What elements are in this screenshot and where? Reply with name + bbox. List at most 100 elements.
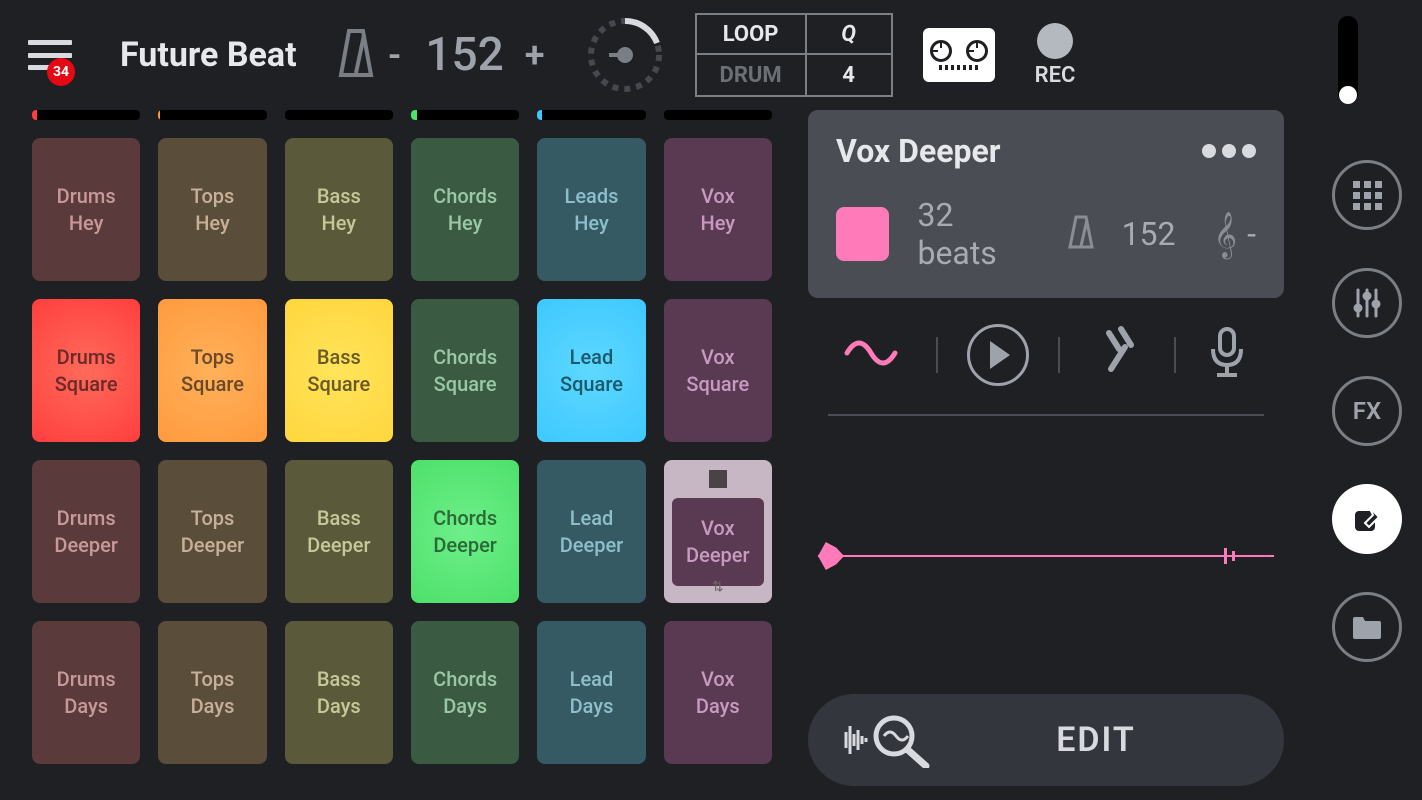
- loop-mode-button[interactable]: LOOP: [697, 15, 807, 55]
- pad-1-1[interactable]: TopsSquare: [158, 299, 266, 442]
- fx-button[interactable]: FX: [1332, 376, 1402, 446]
- pad-1-2[interactable]: TopsDeeper: [158, 460, 266, 603]
- pad-column-5: VoxHey VoxSquare VoxDeeper⇅ VoxDays: [664, 110, 772, 800]
- pad-3-2[interactable]: ChordsDeeper: [411, 460, 519, 603]
- pad-5-3[interactable]: VoxDays: [664, 621, 772, 764]
- waveform-zoom-icon: [838, 712, 938, 768]
- pad-label: VoxSquare: [686, 344, 749, 398]
- pad-label: BassDeeper: [307, 505, 371, 559]
- clip-color-swatch[interactable]: [836, 207, 889, 261]
- separator: [1174, 337, 1176, 373]
- pad-0-0[interactable]: DrumsHey: [32, 138, 140, 281]
- edit-label: EDIT: [938, 720, 1254, 760]
- separator: [936, 337, 938, 373]
- sliders-icon: [1350, 286, 1384, 320]
- treble-clef-icon: 𝄞: [1214, 211, 1238, 258]
- pad-3-0[interactable]: ChordsHey: [411, 138, 519, 281]
- pad-4-2[interactable]: LeadDeeper: [537, 460, 645, 603]
- pad-0-3[interactable]: DrumsDays: [32, 621, 140, 764]
- clip-toolbar: [808, 324, 1284, 386]
- pad-label: BassDays: [317, 666, 361, 720]
- mode-selector: LOOP Q DRUM 4: [695, 13, 893, 97]
- pad-label: TopsDeeper: [181, 505, 245, 559]
- pad-label: LeadsHey: [565, 183, 619, 237]
- tape-recorder-button[interactable]: [923, 28, 995, 82]
- edit-button[interactable]: EDIT: [808, 694, 1284, 786]
- pad-2-1[interactable]: BassSquare: [285, 299, 393, 442]
- progress-dial[interactable]: [585, 15, 665, 95]
- menu-button[interactable]: 34: [0, 40, 100, 70]
- pad-label: ChordsDays: [433, 666, 497, 720]
- grid-view-button[interactable]: [1332, 160, 1402, 230]
- grid-icon: [1353, 181, 1382, 210]
- pad-label: ChordsHey: [433, 183, 497, 237]
- pad-column-3: ChordsHey ChordsSquare ChordsDeeper ChordsD…: [411, 110, 519, 800]
- quantize-value[interactable]: 4: [807, 55, 891, 95]
- pad-1-3[interactable]: TopsDays: [158, 621, 266, 764]
- record-button[interactable]: REC: [1035, 23, 1076, 88]
- pad-4-3[interactable]: LeadDays: [537, 621, 645, 764]
- pad-label: VoxDeeper: [672, 498, 764, 586]
- divider: [828, 414, 1264, 416]
- volume-thumb: [1339, 86, 1357, 104]
- clip-title: Vox Deeper: [836, 132, 1001, 170]
- pad-2-3[interactable]: BassDays: [285, 621, 393, 764]
- pad-5-0[interactable]: VoxHey: [664, 138, 772, 281]
- pad-1-0[interactable]: TopsHey: [158, 138, 266, 281]
- pad-2-2[interactable]: BassDeeper: [285, 460, 393, 603]
- play-icon: [990, 341, 1010, 369]
- edit-mode-button[interactable]: [1332, 484, 1402, 554]
- pad-2-0[interactable]: BassHey: [285, 138, 393, 281]
- edit-icon: [1351, 503, 1383, 535]
- pad-label: LeadDays: [570, 666, 614, 720]
- volume-slider[interactable]: [1338, 16, 1358, 104]
- project-title[interactable]: Future Beat: [120, 35, 297, 75]
- tuning-fork-button[interactable]: [1089, 325, 1145, 385]
- clip-menu-button[interactable]: [1202, 144, 1256, 158]
- pad-4-1[interactable]: LeadSquare: [537, 299, 645, 442]
- folder-button[interactable]: [1332, 592, 1402, 662]
- pad-label: TopsHey: [191, 183, 235, 237]
- column-meter[interactable]: [285, 110, 393, 120]
- pad-5-1[interactable]: VoxSquare: [664, 299, 772, 442]
- tempo-increase-button[interactable]: +: [515, 34, 555, 76]
- column-meter[interactable]: [411, 110, 519, 120]
- folder-icon: [1351, 613, 1383, 641]
- tempo-value[interactable]: 152: [420, 28, 510, 82]
- record-label: REC: [1035, 63, 1076, 88]
- pad-3-1[interactable]: ChordsSquare: [411, 299, 519, 442]
- pad-label: ChordsSquare: [433, 344, 497, 398]
- column-meter[interactable]: [32, 110, 140, 120]
- tempo-decrease-button[interactable]: -: [375, 34, 415, 76]
- microphone-button[interactable]: [1205, 325, 1249, 385]
- pad-0-2[interactable]: DrumsDeeper: [32, 460, 140, 603]
- quantize-label: Q: [807, 15, 891, 55]
- pad-4-0[interactable]: LeadsHey: [537, 138, 645, 281]
- pad-label: DrumsSquare: [55, 344, 118, 398]
- metronome-icon: [1068, 214, 1094, 254]
- play-button[interactable]: [967, 324, 1029, 386]
- pad-label: VoxDays: [696, 666, 740, 720]
- metronome-icon[interactable]: [337, 27, 375, 83]
- pad-label: DrumsHey: [57, 183, 116, 237]
- pad-label: ChordsDeeper: [433, 505, 497, 559]
- column-meter[interactable]: [537, 110, 645, 120]
- wave-tool-button[interactable]: [843, 331, 907, 379]
- pad-column-0: DrumsHey DrumsSquare DrumsDeeper DrumsDays: [32, 110, 140, 800]
- pad-label: LeadDeeper: [560, 505, 624, 559]
- notification-badge: 34: [47, 58, 75, 86]
- pad-0-1[interactable]: DrumsSquare: [32, 299, 140, 442]
- column-meter[interactable]: [158, 110, 266, 120]
- drum-mode-button[interactable]: DRUM: [697, 55, 807, 95]
- pad-5-2[interactable]: VoxDeeper⇅: [664, 460, 772, 603]
- pad-column-2: BassHey BassSquare BassDeeper BassDays: [285, 110, 393, 800]
- column-meter[interactable]: [664, 110, 772, 120]
- clip-detail-card: Vox Deeper 32 beats 152 𝄞 -: [808, 110, 1284, 298]
- fx-icon: FX: [1353, 397, 1381, 425]
- pad-3-3[interactable]: ChordsDays: [411, 621, 519, 764]
- waveform-display[interactable]: [818, 536, 1274, 576]
- pad-label: TopsDays: [191, 666, 235, 720]
- mixer-button[interactable]: [1332, 268, 1402, 338]
- pad-label: VoxHey: [701, 183, 736, 237]
- pad-label: DrumsDeeper: [54, 505, 118, 559]
